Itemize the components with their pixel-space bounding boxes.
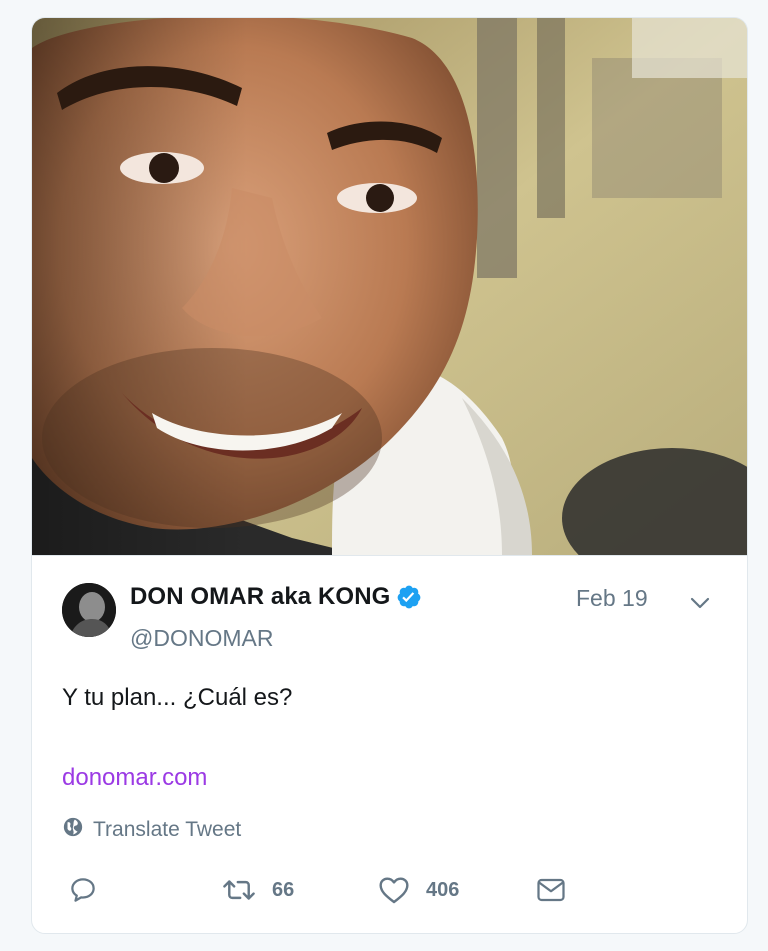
retweet-button[interactable]: 66: [222, 870, 294, 910]
author-display-name[interactable]: DON OMAR aka KONG: [130, 583, 390, 611]
translate-tweet-button[interactable]: Translate Tweet: [62, 816, 241, 844]
tweet-date[interactable]: Feb 19: [576, 585, 648, 612]
reply-icon: [68, 875, 98, 905]
retweet-count: 66: [272, 878, 295, 901]
envelope-icon: [536, 877, 566, 903]
tweet-header: DON OMAR aka KONG @DONOMAR Feb 19: [32, 555, 747, 675]
like-count: 406: [426, 878, 460, 901]
direct-message-button[interactable]: [536, 870, 566, 910]
translate-label: Translate Tweet: [93, 818, 242, 841]
tweet-link[interactable]: donomar.com: [62, 764, 207, 792]
like-button[interactable]: 406: [378, 870, 459, 910]
tweet-text: Y tu plan... ¿Cuál es?: [62, 684, 293, 711]
chevron-down-icon[interactable]: [688, 591, 712, 615]
author-name-row: DON OMAR aka KONG: [130, 583, 422, 611]
author-handle[interactable]: @DONOMAR: [130, 625, 273, 652]
retweet-icon: [222, 875, 256, 905]
verified-badge-icon: [396, 584, 422, 610]
heart-icon: [378, 875, 410, 905]
reply-button[interactable]: [68, 870, 98, 910]
avatar[interactable]: [62, 583, 116, 637]
tweet-actions: 66 406: [32, 870, 747, 910]
tweet-card: DON OMAR aka KONG @DONOMAR Feb 19 Y tu p…: [31, 17, 748, 934]
tweet-photo[interactable]: [32, 18, 747, 556]
globe-icon: [62, 816, 84, 844]
